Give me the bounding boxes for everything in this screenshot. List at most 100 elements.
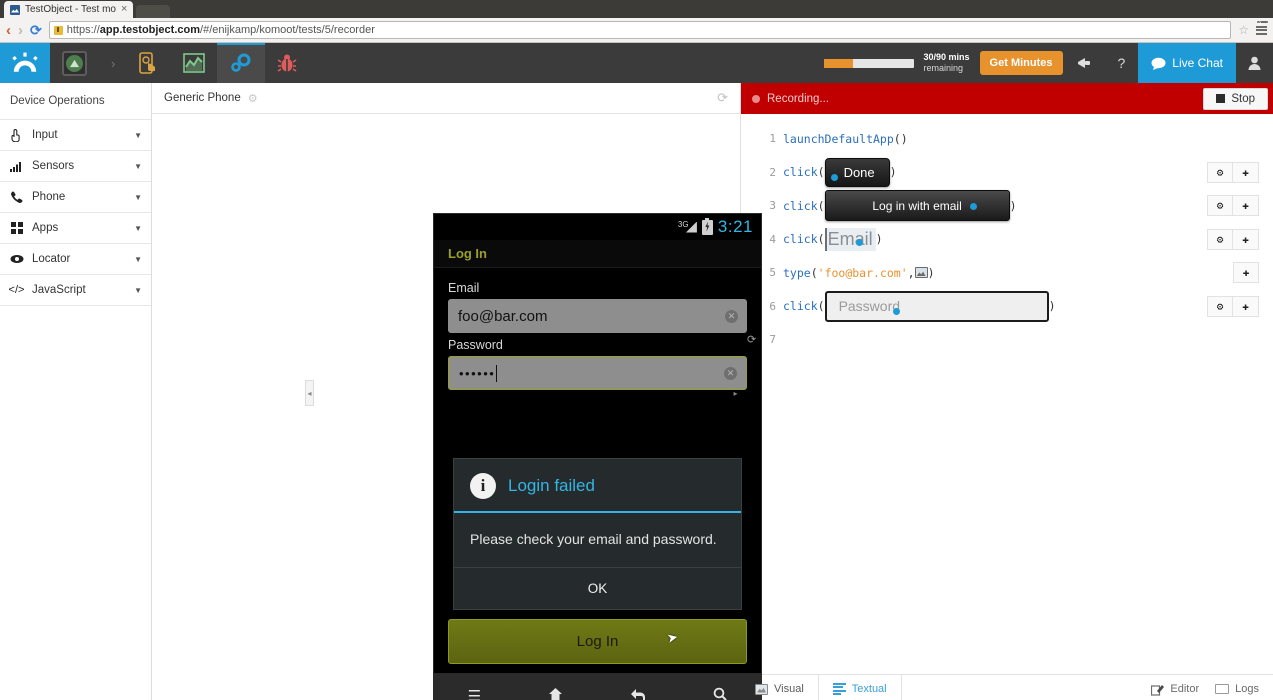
code-line[interactable]: 3 click ( Log in with email ) ⚙ ✚ [741, 189, 1273, 223]
device-screen[interactable]: 3G 3:21 Log In Email foo@bar.com ✕ Passw [433, 213, 762, 700]
screenshot-thumbnail-icon[interactable] [914, 267, 928, 279]
paren-open: ( [817, 198, 825, 213]
line-add-button[interactable]: ✚ [1233, 195, 1259, 217]
reload-icon[interactable]: ⟳ [30, 23, 42, 37]
app-title: Log In [448, 246, 487, 261]
line-settings-button[interactable]: ⚙ [1207, 195, 1233, 217]
announcements-icon[interactable] [1063, 56, 1105, 70]
line-settings-button[interactable]: ⚙ [1207, 228, 1233, 250]
element-thumbnail-done[interactable]: Done [824, 157, 890, 187]
email-field[interactable]: foo@bar.com ✕ [448, 299, 747, 333]
line-settings-button[interactable]: ⚙ [1207, 161, 1233, 183]
chevron-down-icon[interactable]: ▼ [134, 255, 142, 264]
chat-bubble-icon [1151, 57, 1166, 70]
sidebar-item-input[interactable]: Input ▼ [0, 120, 151, 151]
password-field[interactable]: •••••• ✕ [448, 356, 747, 390]
get-minutes-button[interactable]: Get Minutes [979, 51, 1063, 75]
chevron-down-icon[interactable]: ▼ [134, 193, 142, 202]
search-icon[interactable] [713, 687, 728, 700]
sidebar-item-sensors[interactable]: Sensors ▼ [0, 151, 151, 182]
minutes-progress-fill [823, 58, 854, 68]
sidebar-item-locator[interactable]: Locator ▼ [0, 244, 151, 275]
code-line[interactable]: 1 launchDefaultApp ( ) [741, 122, 1273, 156]
new-tab-button[interactable] [136, 5, 171, 18]
home-icon[interactable] [548, 687, 563, 700]
collapse-recorder-handle[interactable]: ▸ [731, 380, 740, 406]
tab-bugs[interactable] [265, 43, 309, 83]
chevron-down-icon[interactable]: ▼ [134, 131, 142, 140]
back-icon[interactable] [630, 688, 646, 700]
code-line[interactable]: 5 type ( 'foo@bar.com' , ) ✚ [741, 256, 1273, 290]
address-bar[interactable]: https://app.testobject.com/#/enijkamp/ko… [48, 21, 1232, 39]
refresh-icon[interactable]: ⟳ [747, 333, 756, 346]
sidebar-item-phone[interactable]: Phone ▼ [0, 182, 151, 213]
line-number: 6 [769, 299, 776, 313]
browser-menu-icon[interactable]: a [1256, 20, 1268, 35]
user-account-icon[interactable] [1236, 56, 1273, 70]
stop-button-label: Stop [1231, 92, 1255, 105]
hand-pointer-icon [9, 128, 24, 142]
clear-icon[interactable]: ✕ [724, 366, 737, 380]
paren-open: ( [893, 131, 901, 146]
line-add-button[interactable]: ✚ [1233, 262, 1259, 284]
tap-point-marker [969, 203, 977, 211]
menu-icon[interactable]: ☰ [468, 687, 481, 700]
chevron-down-icon[interactable]: ▼ [134, 224, 142, 233]
device-header: Generic Phone ⚙ ⟳ [152, 83, 740, 114]
line-settings-button[interactable]: ⚙ [1207, 295, 1233, 317]
logs-link[interactable]: Logs [1215, 683, 1259, 695]
sidebar-title: Device Operations [0, 83, 151, 120]
element-thumbnail-email[interactable]: Email [824, 227, 876, 251]
email-value: foo@bar.com [458, 307, 548, 325]
line-actions: ✚ [1233, 262, 1259, 284]
device-selector-button[interactable] [50, 43, 99, 83]
login-button[interactable]: Log In ➤ [448, 619, 747, 664]
line-add-button[interactable]: ✚ [1233, 161, 1259, 183]
code-line[interactable]: 6 click ( Password ) ⚙ ✚ [741, 290, 1273, 324]
line-actions: ⚙ ✚ [1207, 195, 1259, 217]
line-add-button[interactable]: ✚ [1233, 228, 1259, 250]
sidebar-item-apps[interactable]: Apps ▼ [0, 213, 151, 244]
dialog-title: Login failed [508, 476, 595, 495]
tab-textual[interactable]: Textual [819, 675, 902, 700]
line-add-button[interactable]: ✚ [1233, 295, 1259, 317]
thumbnail-label: Log in with email [872, 198, 962, 213]
script-editor[interactable]: 1 launchDefaultApp ( ) 2 click ( Done ) [741, 114, 1273, 674]
help-button[interactable]: ? [1105, 55, 1139, 71]
chevron-down-icon[interactable]: ▼ [134, 286, 142, 295]
sidebar-label: Locator [32, 253, 71, 265]
code-line[interactable]: 2 click ( Done ) ⚙ ✚ [741, 156, 1273, 190]
code-string-argument: 'foo@bar.com' [817, 265, 908, 280]
lines-icon [832, 682, 846, 696]
stop-recording-button[interactable]: Stop [1203, 87, 1268, 110]
clear-icon[interactable]: ✕ [725, 309, 738, 323]
element-thumbnail-password[interactable]: Password [824, 290, 1049, 322]
stop-square-icon [1216, 94, 1226, 103]
testobject-logo[interactable] [0, 43, 50, 83]
tab-automation[interactable] [217, 43, 266, 83]
sidebar-label: Apps [32, 222, 59, 234]
tab-reports[interactable] [171, 43, 217, 83]
editor-link[interactable]: Editor [1151, 683, 1199, 696]
url-text: https://app.testobject.com/#/enijkamp/ko… [66, 24, 375, 36]
code-line[interactable]: 4 click ( Email ) ⚙ ✚ [741, 223, 1273, 257]
line-actions: ⚙ ✚ [1207, 295, 1259, 317]
thumbnail-label: Done [843, 164, 875, 180]
element-thumbnail-login-with-email[interactable]: Log in with email [824, 190, 1010, 222]
dialog-ok-button[interactable]: OK [454, 568, 741, 609]
gear-icon[interactable]: ⚙ [248, 92, 258, 105]
code-line[interactable]: ⟳ 7 [741, 323, 1273, 357]
live-chat-button[interactable]: Live Chat [1138, 43, 1236, 83]
login-failed-dialog: i Login failed Please check your email a… [453, 458, 742, 610]
close-icon[interactable]: × [121, 4, 127, 15]
browser-tab[interactable]: TestObject - Test mo × [4, 1, 134, 18]
chevron-down-icon[interactable]: ▼ [134, 162, 142, 171]
collapse-sidebar-handle[interactable]: ◂ [305, 380, 314, 406]
sidebar-item-javascript[interactable]: </> JavaScript ▼ [0, 275, 151, 306]
tab-manual-testing[interactable] [127, 43, 171, 83]
bookmark-star-icon[interactable]: ☆ [1238, 23, 1249, 37]
forward-icon[interactable]: › [18, 23, 23, 38]
chevron-right-icon: › [111, 55, 116, 71]
back-icon[interactable]: ‹ [6, 23, 11, 38]
refresh-icon[interactable]: ⟳ [717, 90, 728, 106]
